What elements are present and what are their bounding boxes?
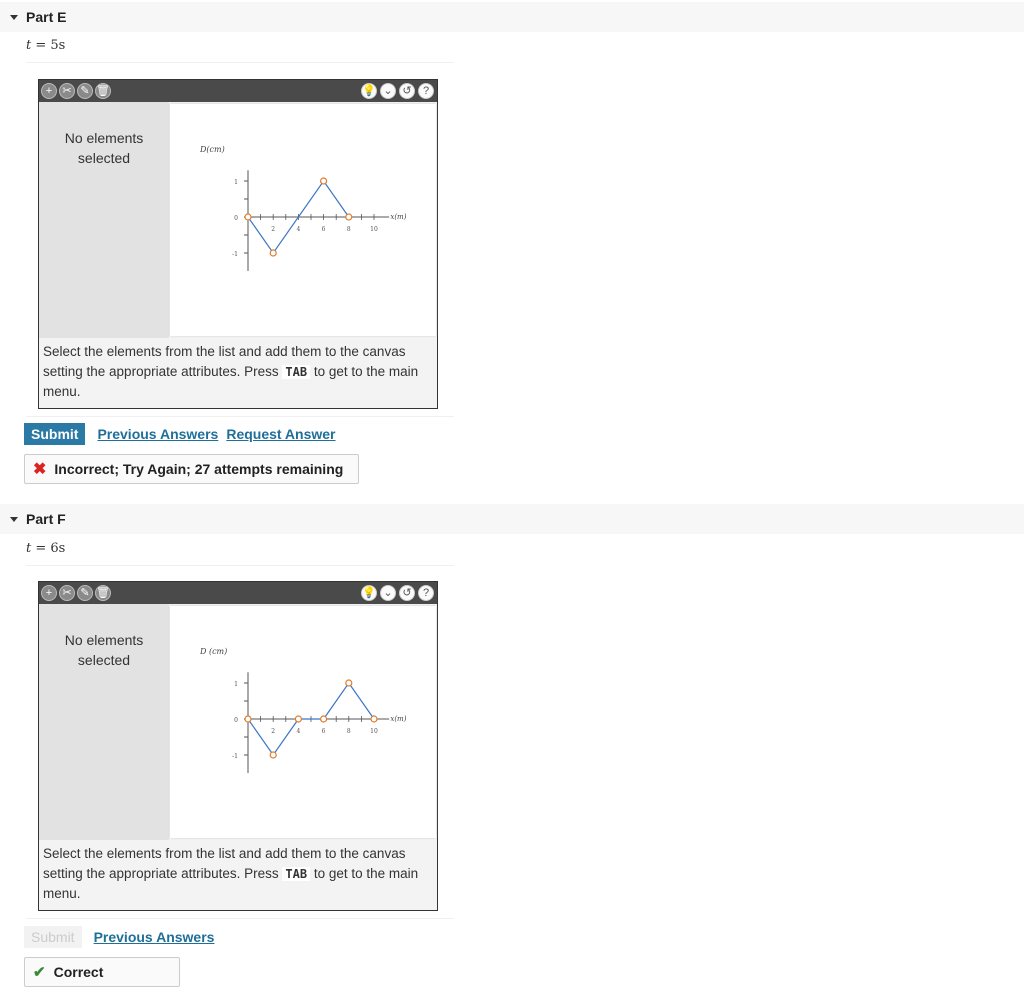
- y-tick-label: 1: [234, 681, 238, 688]
- add-icon[interactable]: +: [41, 585, 57, 601]
- scissors-icon[interactable]: ✂: [59, 585, 75, 601]
- feedback-correct: ✔ Correct: [24, 957, 180, 987]
- widget-toolbar: + ✂ ✎ 🗑 💡 ⌄ ↺ ?: [39, 80, 437, 102]
- scissors-icon[interactable]: ✂: [59, 83, 75, 99]
- elements-panel: No elements selected: [39, 102, 169, 338]
- data-point: [269, 249, 277, 257]
- y-tick-label: 0: [234, 717, 238, 724]
- hint-icon[interactable]: 💡: [361, 585, 377, 601]
- panel-message: No elements selected: [64, 632, 144, 668]
- answer-actions: Submit Previous Answers: [24, 926, 214, 948]
- time-label: t = 6s: [26, 541, 66, 556]
- chevron-down-icon[interactable]: ⌄: [380, 585, 396, 601]
- wave-graph[interactable]: 10-12 4 6 8 10D(cm)x(m): [170, 104, 436, 336]
- x-tick-label: 4: [296, 226, 300, 233]
- reset-icon[interactable]: ↺: [399, 585, 415, 601]
- submit-button[interactable]: Submit: [24, 423, 86, 445]
- x-axis-label: x(m): [390, 715, 406, 723]
- request-answer-link[interactable]: Request Answer: [226, 426, 335, 442]
- y-tick-label: 0: [234, 215, 238, 222]
- edit-icon[interactable]: ✎: [77, 83, 93, 99]
- x-tick-label: 10: [370, 728, 378, 735]
- data-point: [269, 751, 277, 759]
- tab-key: TAB: [282, 365, 311, 379]
- y-axis-label: D(cm): [199, 145, 225, 154]
- trash-icon[interactable]: 🗑: [95, 585, 111, 601]
- data-point: [345, 213, 353, 221]
- drawing-canvas[interactable]: 1 0 -1 2 4 6 8 10 D(cm) x(m): [170, 104, 436, 336]
- time-label: t = 5s: [26, 38, 66, 53]
- help-icon[interactable]: ?: [418, 83, 434, 99]
- y-tick-label: -1: [232, 251, 238, 258]
- previous-answers-link[interactable]: Previous Answers: [97, 426, 218, 442]
- divider: [26, 416, 454, 417]
- reset-icon[interactable]: ↺: [399, 83, 415, 99]
- elements-panel: No elements selected: [39, 604, 169, 840]
- submit-button[interactable]: Submit: [24, 926, 82, 948]
- part-title: Part F: [26, 511, 66, 527]
- x-tick-label: 2: [271, 226, 275, 233]
- x-tick-label: 8: [347, 728, 351, 735]
- tab-key: TAB: [282, 867, 311, 881]
- data-point: [244, 715, 252, 723]
- y-tick-label: -1: [232, 753, 238, 760]
- part-e-header[interactable]: Part E: [0, 2, 1024, 32]
- caret-down-icon: [10, 516, 18, 522]
- data-point: [320, 177, 328, 185]
- divider: [26, 918, 454, 919]
- graph-widget[interactable]: + ✂ ✎ 🗑 💡 ⌄ ↺ ? No elements selected 10-…: [38, 581, 438, 911]
- trash-icon[interactable]: 🗑: [95, 83, 111, 99]
- chevron-down-icon[interactable]: ⌄: [380, 83, 396, 99]
- part-title: Part E: [26, 9, 67, 25]
- add-icon[interactable]: +: [41, 83, 57, 99]
- data-point: [370, 715, 378, 723]
- widget-toolbar: + ✂ ✎ 🗑 💡 ⌄ ↺ ?: [39, 582, 437, 604]
- x-tick-label: 8: [347, 226, 351, 233]
- x-icon: ✖: [33, 461, 47, 478]
- data-point: [345, 679, 353, 687]
- data-point: [320, 715, 328, 723]
- hint-icon[interactable]: 💡: [361, 83, 377, 99]
- divider: [26, 565, 454, 566]
- previous-answers-link[interactable]: Previous Answers: [94, 929, 215, 945]
- help-icon[interactable]: ?: [418, 585, 434, 601]
- checkmark-icon: ✔: [33, 964, 46, 981]
- instructions: Select the elements from the list and ad…: [39, 840, 437, 910]
- data-point: [294, 715, 302, 723]
- x-tick-label: 2: [271, 728, 275, 735]
- x-tick-label: 6: [322, 728, 326, 735]
- edit-icon[interactable]: ✎: [77, 585, 93, 601]
- data-point: [244, 213, 252, 221]
- y-axis-label: D (cm): [199, 647, 227, 656]
- caret-down-icon: [10, 14, 18, 20]
- panel-message: No elements selected: [64, 130, 144, 166]
- wave-graph[interactable]: 10-12 4 6 8 10D (cm)x(m): [170, 606, 436, 838]
- instructions: Select the elements from the list and ad…: [39, 338, 437, 408]
- x-tick-label: 10: [370, 226, 378, 233]
- feedback-incorrect: ✖ Incorrect; Try Again; 27 attempts rema…: [24, 454, 359, 484]
- graph-widget[interactable]: + ✂ ✎ 🗑 💡 ⌄ ↺ ? No elements selected 10-…: [38, 79, 438, 409]
- x-tick-label: 4: [296, 728, 300, 735]
- y-tick-label: 1: [234, 179, 238, 186]
- drawing-canvas[interactable]: 1 0 -1 2 4 6 8 10 D (cm) x(m): [170, 606, 436, 838]
- x-tick-label: 6: [322, 226, 326, 233]
- x-axis-label: x(m): [390, 213, 406, 221]
- part-f-header[interactable]: Part F: [0, 504, 1024, 534]
- answer-actions: Submit Previous Answers Request Answer: [24, 423, 336, 445]
- divider: [26, 62, 454, 63]
